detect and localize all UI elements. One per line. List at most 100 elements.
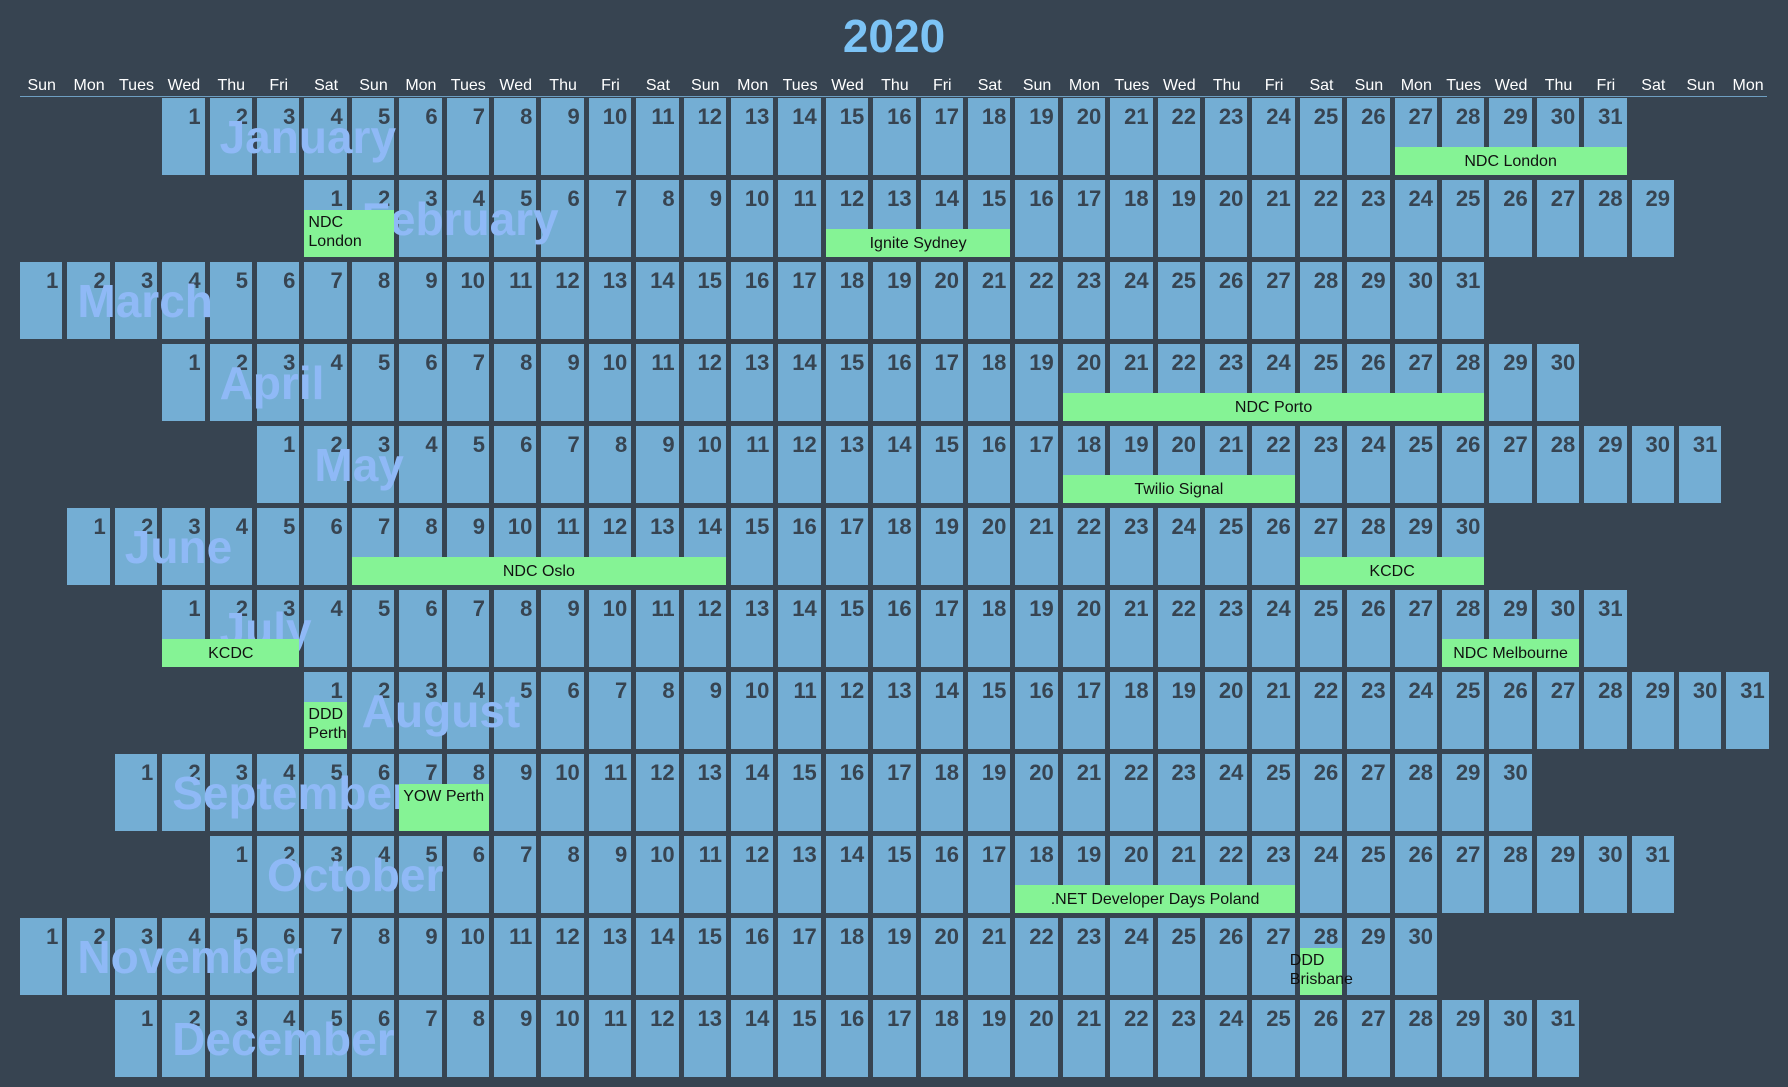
day-cell-september-19[interactable]: 19: [968, 754, 1011, 831]
day-cell-june-5[interactable]: 5: [257, 508, 300, 585]
day-cell-august-11[interactable]: 11: [778, 672, 821, 749]
day-cell-august-30[interactable]: 30: [1679, 672, 1722, 749]
day-cell-october-4[interactable]: 4: [351, 836, 395, 913]
day-cell-december-2[interactable]: 2: [162, 1000, 205, 1077]
day-cell-june-1[interactable]: 1: [67, 508, 110, 585]
day-cell-december-30[interactable]: 30: [1489, 1000, 1532, 1077]
day-cell-september-1[interactable]: 1: [114, 754, 158, 831]
day-cell-december-22[interactable]: 22: [1110, 1000, 1153, 1077]
day-cell-december-9[interactable]: 9: [494, 1000, 537, 1077]
day-cell-december-16[interactable]: 16: [825, 1000, 869, 1077]
day-cell-december-20[interactable]: 20: [1015, 1000, 1058, 1077]
day-cell-january-7[interactable]: 7: [446, 98, 489, 175]
day-cell-may-26[interactable]: 26: [1442, 426, 1485, 503]
day-cell-august-21[interactable]: 21: [1252, 672, 1295, 749]
day-cell-may-17[interactable]: 17: [1015, 426, 1058, 503]
day-cell-december-27[interactable]: 27: [1347, 1000, 1390, 1077]
day-cell-january-10[interactable]: 10: [588, 98, 632, 175]
day-cell-february-8[interactable]: 8: [636, 180, 679, 257]
day-cell-august-20[interactable]: 20: [1205, 672, 1248, 749]
day-cell-november-3[interactable]: 3: [114, 918, 158, 995]
day-cell-march-18[interactable]: 18: [825, 262, 869, 339]
event-bar[interactable]: DDD Perth: [304, 702, 347, 749]
day-cell-march-22[interactable]: 22: [1015, 262, 1058, 339]
day-cell-october-14[interactable]: 14: [825, 836, 869, 913]
day-cell-february-21[interactable]: 21: [1252, 180, 1295, 257]
day-cell-july-12[interactable]: 12: [683, 590, 726, 667]
day-cell-september-13[interactable]: 13: [683, 754, 726, 831]
day-cell-march-31[interactable]: 31: [1442, 262, 1485, 339]
day-cell-april-8[interactable]: 8: [494, 344, 537, 421]
day-cell-october-31[interactable]: 31: [1631, 836, 1674, 913]
day-cell-december-23[interactable]: 23: [1157, 1000, 1200, 1077]
day-cell-may-24[interactable]: 24: [1347, 426, 1390, 503]
day-cell-july-18[interactable]: 18: [968, 590, 1011, 667]
day-cell-december-21[interactable]: 21: [1062, 1000, 1106, 1077]
day-cell-september-17[interactable]: 17: [873, 754, 916, 831]
day-cell-january-5[interactable]: 5: [351, 98, 395, 175]
day-cell-november-26[interactable]: 26: [1205, 918, 1248, 995]
day-cell-february-20[interactable]: 20: [1205, 180, 1248, 257]
day-cell-october-9[interactable]: 9: [588, 836, 632, 913]
day-cell-may-7[interactable]: 7: [541, 426, 584, 503]
day-cell-august-9[interactable]: 9: [683, 672, 726, 749]
day-cell-november-24[interactable]: 24: [1110, 918, 1153, 995]
day-cell-january-25[interactable]: 25: [1299, 98, 1343, 175]
day-cell-december-4[interactable]: 4: [257, 1000, 300, 1077]
day-cell-november-27[interactable]: 27: [1252, 918, 1295, 995]
day-cell-november-23[interactable]: 23: [1062, 918, 1106, 995]
event-bar[interactable]: KCDC: [162, 639, 300, 667]
day-cell-april-9[interactable]: 9: [541, 344, 584, 421]
day-cell-march-3[interactable]: 3: [114, 262, 158, 339]
day-cell-august-29[interactable]: 29: [1631, 672, 1674, 749]
day-cell-january-11[interactable]: 11: [636, 98, 679, 175]
day-cell-january-19[interactable]: 19: [1015, 98, 1058, 175]
day-cell-november-20[interactable]: 20: [920, 918, 963, 995]
day-cell-may-8[interactable]: 8: [588, 426, 632, 503]
day-cell-may-13[interactable]: 13: [825, 426, 869, 503]
day-cell-march-20[interactable]: 20: [920, 262, 963, 339]
day-cell-june-21[interactable]: 21: [1015, 508, 1058, 585]
day-cell-april-16[interactable]: 16: [873, 344, 916, 421]
day-cell-april-1[interactable]: 1: [162, 344, 205, 421]
day-cell-december-31[interactable]: 31: [1536, 1000, 1580, 1077]
day-cell-october-10[interactable]: 10: [636, 836, 679, 913]
day-cell-november-18[interactable]: 18: [825, 918, 869, 995]
day-cell-july-17[interactable]: 17: [920, 590, 963, 667]
day-cell-november-9[interactable]: 9: [399, 918, 442, 995]
day-cell-july-9[interactable]: 9: [541, 590, 584, 667]
day-cell-january-18[interactable]: 18: [968, 98, 1011, 175]
day-cell-november-19[interactable]: 19: [873, 918, 916, 995]
day-cell-may-15[interactable]: 15: [920, 426, 963, 503]
day-cell-august-26[interactable]: 26: [1489, 672, 1532, 749]
event-bar[interactable]: NDC Melbourne: [1442, 639, 1580, 667]
day-cell-november-7[interactable]: 7: [304, 918, 347, 995]
day-cell-september-25[interactable]: 25: [1252, 754, 1295, 831]
day-cell-august-18[interactable]: 18: [1110, 672, 1153, 749]
day-cell-december-18[interactable]: 18: [920, 1000, 963, 1077]
day-cell-august-16[interactable]: 16: [1015, 672, 1058, 749]
day-cell-january-6[interactable]: 6: [399, 98, 442, 175]
day-cell-june-19[interactable]: 19: [920, 508, 963, 585]
day-cell-september-12[interactable]: 12: [636, 754, 679, 831]
day-cell-july-25[interactable]: 25: [1299, 590, 1343, 667]
day-cell-september-28[interactable]: 28: [1394, 754, 1437, 831]
day-cell-august-19[interactable]: 19: [1157, 672, 1200, 749]
day-cell-july-4[interactable]: 4: [304, 590, 347, 667]
day-cell-december-7[interactable]: 7: [399, 1000, 442, 1077]
day-cell-january-24[interactable]: 24: [1252, 98, 1295, 175]
day-cell-october-6[interactable]: 6: [446, 836, 489, 913]
day-cell-january-15[interactable]: 15: [825, 98, 869, 175]
day-cell-may-9[interactable]: 9: [636, 426, 679, 503]
day-cell-july-14[interactable]: 14: [778, 590, 821, 667]
day-cell-january-23[interactable]: 23: [1205, 98, 1248, 175]
day-cell-august-22[interactable]: 22: [1299, 672, 1343, 749]
day-cell-october-15[interactable]: 15: [873, 836, 916, 913]
day-cell-february-11[interactable]: 11: [778, 180, 821, 257]
day-cell-march-12[interactable]: 12: [541, 262, 584, 339]
day-cell-october-8[interactable]: 8: [541, 836, 584, 913]
day-cell-april-4[interactable]: 4: [304, 344, 347, 421]
day-cell-march-27[interactable]: 27: [1252, 262, 1295, 339]
day-cell-december-19[interactable]: 19: [968, 1000, 1011, 1077]
day-cell-july-31[interactable]: 31: [1584, 590, 1627, 667]
